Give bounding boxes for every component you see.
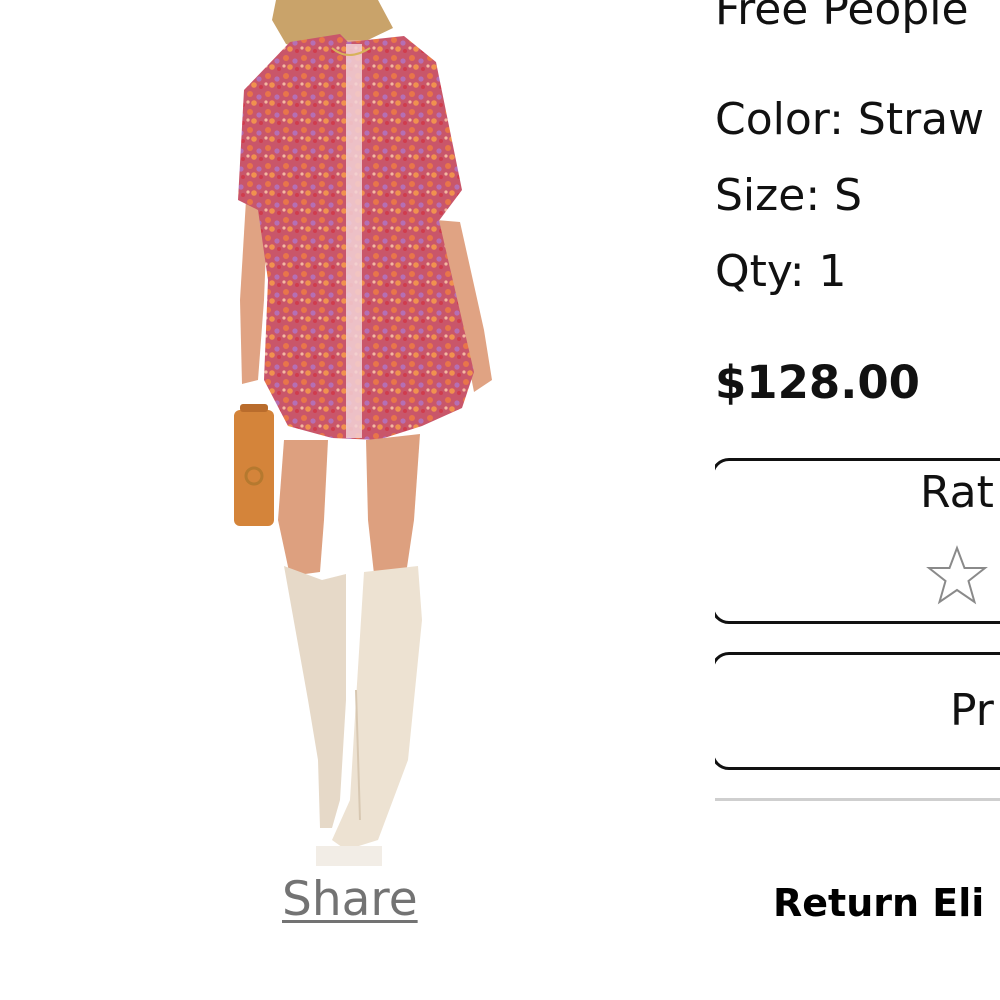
product-photo-illustration [234, 0, 492, 866]
product-image[interactable] [228, 0, 518, 866]
brand-name[interactable]: Free People [715, 0, 969, 36]
share-link[interactable]: Share [282, 872, 434, 928]
product-details: Free People Color: Straw Size: S Qty: 1 … [715, 0, 1000, 1000]
product-review-button-label: Pr [950, 685, 994, 736]
product-price: $128.00 [715, 356, 920, 409]
divider [715, 798, 1000, 801]
product-review-button[interactable]: Pr [715, 652, 1000, 770]
product-color: Color: Straw [715, 94, 985, 145]
return-eligibility-label: Return Eli [773, 881, 985, 925]
rating-box: Rat [715, 458, 1000, 624]
star-outline-icon[interactable] [926, 545, 988, 607]
rating-label: Rat [920, 467, 994, 518]
product-size: Size: S [715, 170, 863, 221]
product-quantity: Qty: 1 [715, 246, 847, 297]
